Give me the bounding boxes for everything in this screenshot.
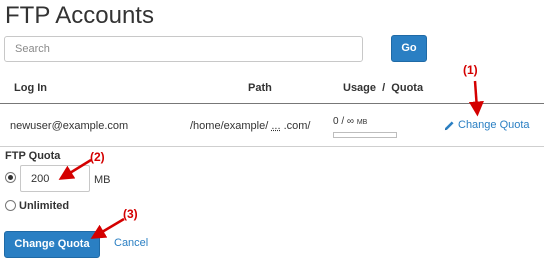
quota-unit-label: MB bbox=[94, 174, 111, 186]
path-cell: /home/example/ ... .com/ bbox=[190, 120, 310, 132]
usage-unit: MB bbox=[356, 119, 368, 126]
change-quota-button[interactable]: Change Quota bbox=[4, 231, 100, 258]
callout-arrow-3 bbox=[90, 217, 125, 239]
path-start: /home/example/ bbox=[190, 120, 269, 132]
change-quota-link[interactable]: Change Quota bbox=[444, 119, 530, 131]
change-quota-link-label[interactable]: Change Quota bbox=[458, 119, 530, 131]
usage-value: 0 / ∞ bbox=[333, 116, 355, 127]
cancel-link[interactable]: Cancel bbox=[114, 237, 148, 249]
column-header-path[interactable]: Path bbox=[248, 82, 272, 94]
login-cell: newuser@example.com bbox=[10, 120, 129, 132]
path-ellipsis[interactable]: ... bbox=[271, 120, 280, 132]
search-input[interactable] bbox=[4, 36, 363, 62]
callout-label-1: (1) bbox=[463, 63, 478, 77]
usage-text: 0 / ∞ MB bbox=[333, 116, 367, 127]
header-divider bbox=[0, 103, 544, 104]
go-button[interactable]: Go bbox=[391, 35, 427, 62]
unlimited-label[interactable]: Unlimited bbox=[19, 200, 69, 212]
callout-label-3: (3) bbox=[123, 207, 138, 221]
quota-custom-radio[interactable] bbox=[5, 172, 16, 183]
path-end: .com/ bbox=[283, 120, 311, 132]
quota-unlimited-radio[interactable] bbox=[5, 200, 16, 211]
pencil-icon bbox=[444, 120, 454, 130]
row-divider bbox=[0, 146, 544, 147]
quota-input[interactable] bbox=[20, 165, 90, 192]
column-header-usage-quota[interactable]: Usage / Quota bbox=[343, 82, 423, 94]
page-title: FTP Accounts bbox=[5, 2, 154, 29]
callout-arrow-1 bbox=[468, 80, 484, 117]
ftp-quota-label: FTP Quota bbox=[5, 150, 61, 162]
callout-label-2: (2) bbox=[90, 150, 105, 164]
column-header-login[interactable]: Log In bbox=[14, 82, 47, 94]
usage-progress-bar bbox=[333, 132, 397, 138]
